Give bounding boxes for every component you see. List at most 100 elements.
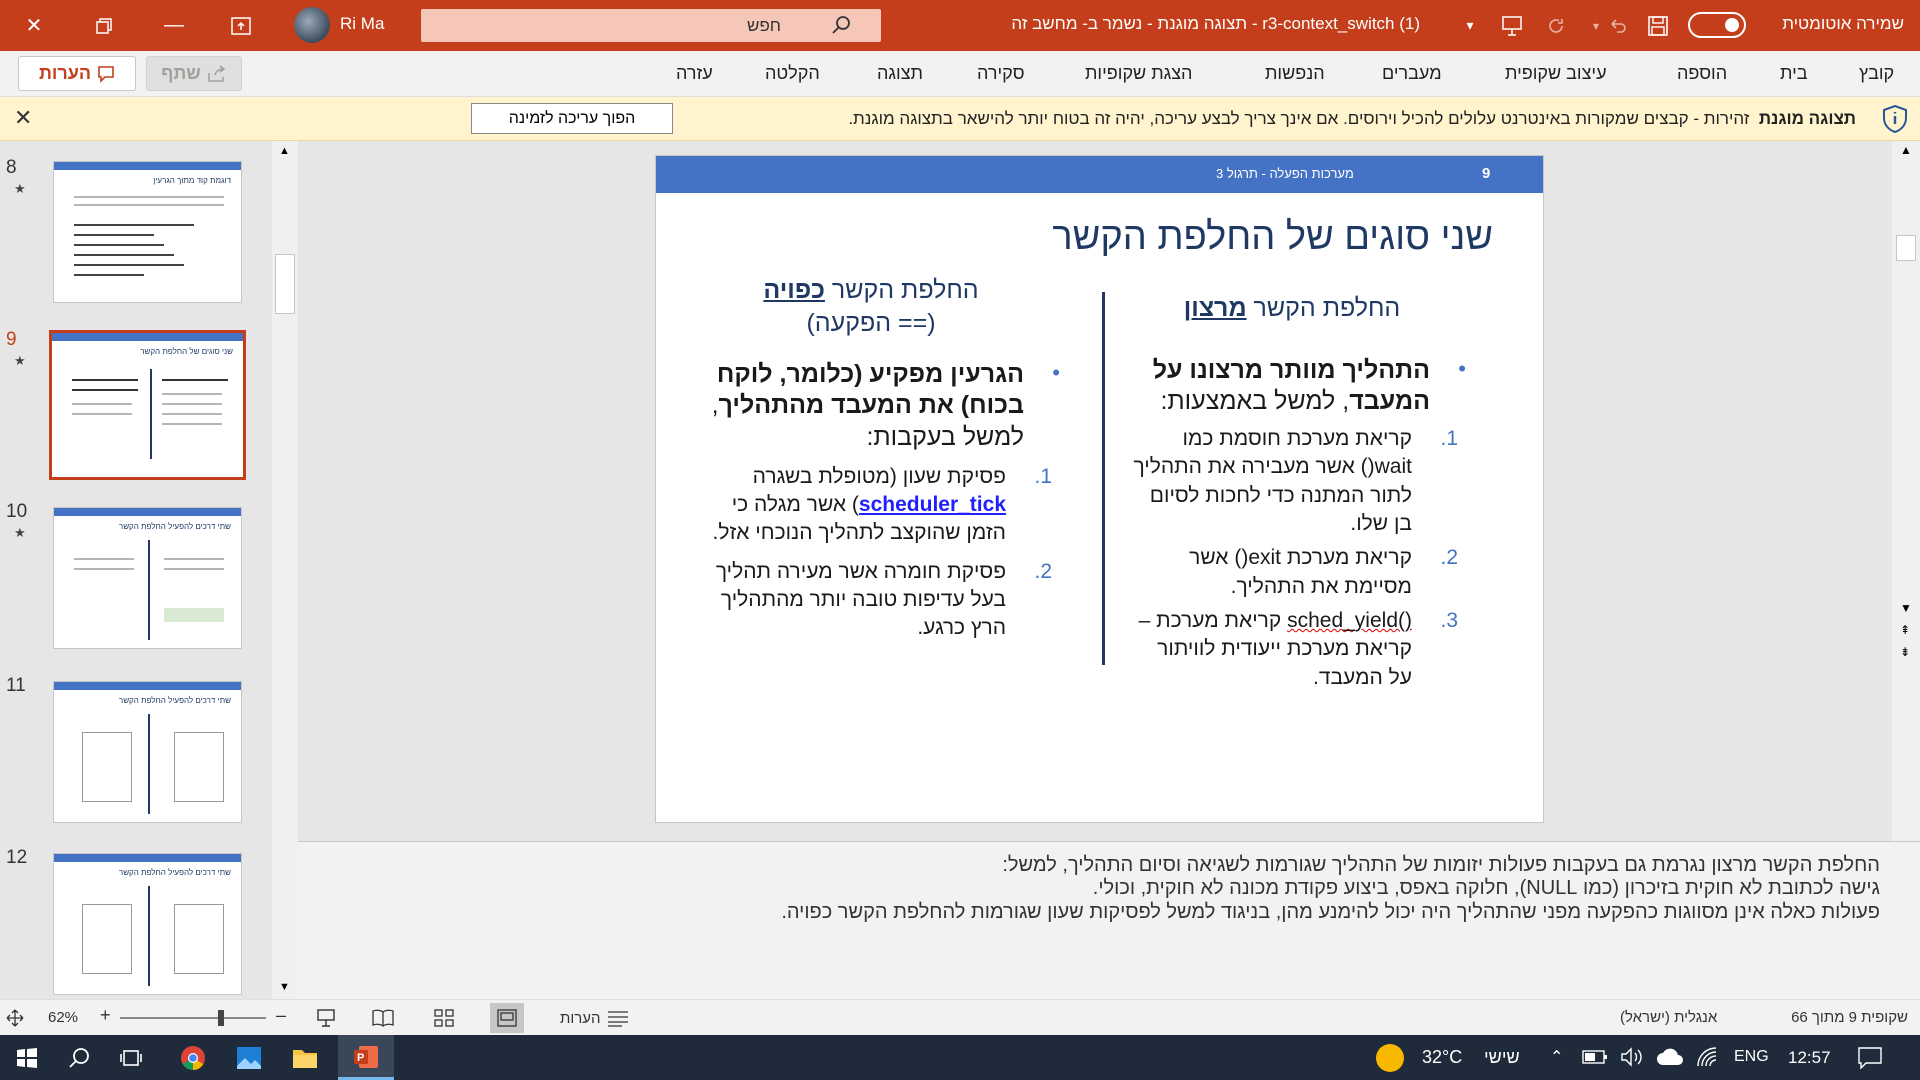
avatar[interactable] <box>294 7 330 43</box>
reading-view-icon[interactable] <box>372 1008 394 1028</box>
tab-insert[interactable]: הוספה <box>1677 63 1727 84</box>
notes-toggle-label: הערות <box>560 1009 601 1027</box>
notes-text[interactable]: החלפת הקשר מרצון נגרמת גם בעקבות פעולות … <box>440 854 1880 924</box>
scroll-down-icon[interactable]: ▼ <box>279 981 290 993</box>
scroll-up-icon[interactable]: ▲ <box>1900 143 1912 157</box>
item-number: 2. <box>1034 559 1052 583</box>
zoom-in-button[interactable]: + <box>100 1005 111 1026</box>
previous-slide-icon[interactable]: ⇞ <box>1900 623 1910 637</box>
thumbnail-slide-9[interactable]: שני סוגים של החלפת הקשר <box>49 330 246 480</box>
close-icon[interactable]: ✕ <box>14 105 32 131</box>
voluntary-item-1: 1. קריאת מערכת חוסמת כמו wait() אשר מעביר… <box>1132 425 1458 538</box>
thumb-line <box>72 379 138 381</box>
search-icon <box>832 16 850 34</box>
weather-sun-icon[interactable] <box>1376 1044 1404 1072</box>
item-text: פסיקת שעון (מטופלת בשגרה <box>752 464 1006 488</box>
save-button[interactable] <box>1636 0 1680 51</box>
battery-icon[interactable] <box>1582 1050 1608 1064</box>
speaker-notes[interactable]: החלפת הקשר מרצון נגרמת גם בעקבות פעולות … <box>298 841 1920 999</box>
clock[interactable]: 12:57 <box>1788 1048 1831 1068</box>
cloud-icon[interactable] <box>1656 1048 1684 1066</box>
ribbon-display-button[interactable] <box>219 0 263 51</box>
windows-start-icon[interactable] <box>12 1043 42 1073</box>
star-icon: ★ <box>14 525 26 540</box>
scroll-up-icon[interactable]: ▲ <box>279 145 290 157</box>
tab-animations[interactable]: הנפשות <box>1265 63 1325 84</box>
thumb-title: דוגמת קוד מתוך הגרעין <box>153 176 231 185</box>
zoom-slider-thumb[interactable] <box>218 1010 224 1026</box>
presentation-icon <box>1502 15 1522 36</box>
comments-button[interactable]: הערות <box>18 56 136 91</box>
scroll-thumb[interactable] <box>275 254 295 314</box>
close-window-button[interactable]: ✕ <box>12 0 56 51</box>
user-name[interactable]: Ri Ma <box>340 14 384 34</box>
item-number: 1. <box>1440 427 1458 450</box>
language-indicator[interactable]: אנגלית (ישראל) <box>1620 1009 1717 1026</box>
document-title: r3-context_switch (1) - תצוגה מוגנת - נש… <box>1011 14 1420 33</box>
fit-to-window-icon[interactable] <box>6 1009 24 1027</box>
share-button[interactable]: שתף <box>146 56 242 91</box>
slide-sorter-icon[interactable] <box>434 1008 454 1028</box>
search-icon[interactable] <box>64 1043 94 1073</box>
present-button[interactable] <box>1490 0 1534 51</box>
notifications-icon[interactable] <box>1858 1047 1882 1069</box>
file-explorer-icon[interactable] <box>290 1043 320 1073</box>
thumbnail-slide-8[interactable]: דוגמת קוד מתוך הגרעין <box>53 161 242 303</box>
tab-view[interactable]: תצוגה <box>877 63 923 84</box>
tab-design[interactable]: עיצוב שקופית <box>1505 63 1607 84</box>
thumbnail-slide-12[interactable]: שתי דרכים להפעיל החלפת הקשר <box>53 853 242 995</box>
weather-temp[interactable]: 32°C <box>1422 1047 1462 1068</box>
quick-access-dropdown[interactable]: ▾ <box>1448 0 1492 51</box>
slideshow-view-icon[interactable] <box>316 1008 336 1028</box>
slide-canvas[interactable]: 9 מערכות הפעלה - תרגול 3 שני סוגים של הח… <box>655 155 1544 823</box>
thumb-line <box>162 413 222 415</box>
tab-file[interactable]: קובץ <box>1859 63 1894 84</box>
bullet-bold: הגרעין מפקיע (כלומר, לוקח בכוח) את המעבד… <box>716 360 1024 420</box>
weather-day[interactable]: שישי <box>1484 1047 1520 1068</box>
thumb-line <box>162 379 228 381</box>
search-box[interactable]: חפש <box>421 9 881 42</box>
thumbnail-slide-11[interactable]: שתי דרכים להפעיל החלפת הקשר <box>53 681 242 823</box>
notes-toggle[interactable]: הערות <box>560 1009 629 1027</box>
next-slide-icon[interactable]: ⇟ <box>1900 645 1910 659</box>
minimize-window-button[interactable]: — <box>152 0 196 51</box>
task-view-icon[interactable] <box>116 1043 146 1073</box>
thumbnail-slide-10[interactable]: שתי דרכים להפעיל החלפת הקשר <box>53 507 242 649</box>
tab-review[interactable]: סקירה <box>977 63 1025 84</box>
redo-button[interactable] <box>1534 0 1578 51</box>
notes-line: גישה לכתובת לא חוקית בזיכרון (כמו NULL),… <box>1092 877 1880 900</box>
scroll-down-icon[interactable]: ▼ <box>1900 601 1912 615</box>
input-language[interactable]: ENG <box>1734 1048 1769 1066</box>
taskbar-powerpoint-active[interactable]: P <box>338 1035 394 1080</box>
scroll-thumb[interactable] <box>1896 235 1916 261</box>
item-text: פסיקת חומרה אשר מעירה תהליך בעל עדיפות ט… <box>715 559 1006 640</box>
undo-button[interactable] <box>1596 0 1640 51</box>
tab-transitions[interactable]: מעברים <box>1382 63 1442 84</box>
normal-view-button[interactable] <box>490 1003 524 1033</box>
photos-icon[interactable] <box>234 1043 264 1073</box>
scheduler-tick-link[interactable]: scheduler_tick <box>859 493 1006 516</box>
thumbnail-scrollbar[interactable]: ▲ ▼ <box>272 141 298 999</box>
enable-editing-button[interactable]: הפוך עריכה לזמינה <box>471 103 673 134</box>
chevron-up-icon[interactable]: ⌃ <box>1550 1047 1563 1067</box>
slide-scrollbar[interactable]: ▲ ▼ ⇞ ⇟ <box>1892 141 1920 841</box>
zoom-out-button[interactable]: – <box>276 1005 286 1026</box>
wifi-icon[interactable] <box>1696 1047 1718 1067</box>
tab-help[interactable]: עזרה <box>676 63 713 84</box>
zoom-slider[interactable] <box>120 1017 266 1019</box>
volume-icon[interactable] <box>1620 1047 1644 1067</box>
tab-record[interactable]: הקלטה <box>765 63 820 84</box>
slide-number: 9 <box>1482 165 1491 182</box>
status-bar: 62% + – הערות אנגלית (ישראל) שקופית 9 מת… <box>0 999 1920 1035</box>
thumb-title: שתי דרכים להפעיל החלפת הקשר <box>118 868 231 877</box>
restore-window-button[interactable] <box>82 0 126 51</box>
tab-home[interactable]: בית <box>1780 63 1808 84</box>
voluntary-heading: החלפת הקשר מרצון <box>1132 292 1452 325</box>
zoom-level[interactable]: 62% <box>48 1009 78 1026</box>
tab-slideshow[interactable]: הצגת שקופיות <box>1085 63 1192 84</box>
autosave-toggle[interactable] <box>1688 12 1746 38</box>
chrome-icon[interactable] <box>178 1043 208 1073</box>
forced-item-2: 2. פסיקת חומרה אשר מעירה תהליך בעל עדיפות… <box>696 558 1052 643</box>
star-icon: ★ <box>14 181 26 196</box>
thumb-callout <box>164 608 224 622</box>
